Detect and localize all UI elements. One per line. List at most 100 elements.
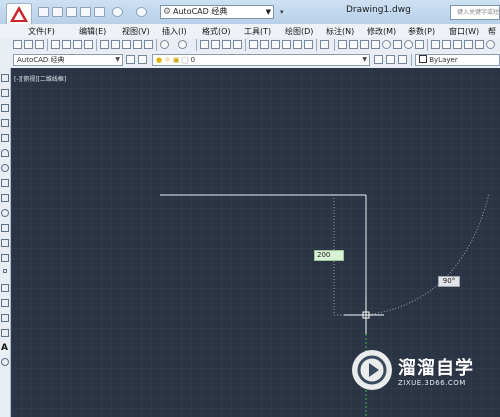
layer-state-icon[interactable]	[398, 55, 407, 64]
gradient-icon[interactable]	[1, 299, 9, 307]
menu-help[interactable]: 帮	[488, 26, 496, 37]
linear-dim-icon[interactable]	[338, 40, 347, 49]
save-as-icon[interactable]	[80, 7, 91, 17]
zoom-window-icon[interactable]	[222, 40, 231, 49]
dynamic-input-field[interactable]: 200	[314, 250, 344, 261]
arc-length-icon[interactable]	[360, 40, 369, 49]
region-icon[interactable]	[1, 314, 9, 322]
autocad-logo-icon[interactable]	[6, 3, 32, 25]
redo-icon[interactable]	[178, 40, 187, 49]
menu-tools[interactable]: 工具(T)	[244, 26, 271, 37]
menu-parameter[interactable]: 参数(P)	[408, 26, 435, 37]
ordinate-dim-icon[interactable]	[371, 40, 380, 49]
plot-icon[interactable]	[51, 40, 60, 49]
table-icon[interactable]	[1, 329, 9, 337]
color-control-combo[interactable]: ByLayer	[415, 54, 500, 66]
toolbar-separator	[316, 39, 317, 51]
redo-icon[interactable]	[136, 7, 147, 17]
tolerance-icon[interactable]	[453, 40, 462, 49]
polygon-icon[interactable]	[1, 119, 9, 127]
layer-properties-icon[interactable]	[138, 55, 147, 64]
construction-line-icon[interactable]	[1, 89, 9, 97]
point-icon[interactable]	[3, 269, 7, 273]
menu-bar: 文件(F) 编辑(E) 视图(V) 插入(I) 格式(O) 工具(T) 绘图(D…	[0, 24, 500, 39]
standard-toolbar	[0, 38, 500, 53]
pan-icon[interactable]	[200, 40, 209, 49]
tool-palettes-icon[interactable]	[271, 40, 280, 49]
ellipse-icon[interactable]	[1, 209, 9, 217]
zoom-realtime-icon[interactable]	[211, 40, 220, 49]
document-title: Drawing1.dwg	[346, 5, 411, 15]
aligned-dim-icon[interactable]	[349, 40, 358, 49]
line-icon[interactable]	[1, 74, 9, 82]
sheet-set-icon[interactable]	[282, 40, 291, 49]
radius-dim-icon[interactable]	[382, 40, 391, 49]
properties-icon[interactable]	[249, 40, 258, 49]
design-center-icon[interactable]	[260, 40, 269, 49]
help-icon[interactable]	[320, 40, 329, 49]
circle-icon[interactable]	[1, 164, 9, 172]
viewport-controls[interactable]: [-][俯视][二维线框]	[14, 74, 66, 83]
angular-dim-icon[interactable]	[415, 40, 424, 49]
diameter-dim-icon[interactable]	[404, 40, 413, 49]
block-editor-icon[interactable]	[144, 40, 153, 49]
cut-icon[interactable]	[100, 40, 109, 49]
menu-edit[interactable]: 编辑(E)	[79, 26, 106, 37]
undo-icon[interactable]	[160, 40, 169, 49]
3d-dwf-icon[interactable]	[84, 40, 93, 49]
workspace-settings-icon[interactable]	[126, 55, 135, 64]
arc-icon[interactable]	[1, 149, 9, 157]
workspace-combo[interactable]: AutoCAD 经典 ▼	[13, 54, 123, 66]
toolbar-separator	[47, 39, 48, 51]
toolbar-separator	[245, 39, 246, 51]
save-icon[interactable]	[35, 40, 44, 49]
add-selected-icon[interactable]	[1, 358, 9, 366]
revision-cloud-icon[interactable]	[1, 179, 9, 187]
print-icon[interactable]	[94, 7, 105, 17]
undo-icon[interactable]	[112, 7, 123, 17]
save-icon[interactable]	[66, 7, 77, 17]
search-input[interactable]: 键入关键字或短语	[450, 5, 500, 20]
plot-preview-icon[interactable]	[62, 40, 71, 49]
menu-view[interactable]: 视图(V)	[122, 26, 150, 37]
center-mark-icon[interactable]	[464, 40, 473, 49]
menu-insert[interactable]: 插入(I)	[162, 26, 187, 37]
open-icon[interactable]	[24, 40, 33, 49]
make-current-layer-icon[interactable]	[374, 55, 383, 64]
dim-update-icon[interactable]	[486, 40, 495, 49]
ellipse-arc-icon[interactable]	[1, 224, 9, 232]
hatch-icon[interactable]	[1, 284, 9, 292]
quickcalc-icon[interactable]	[304, 40, 313, 49]
customize-quick-access-icon[interactable]: ▾	[280, 8, 284, 16]
layer-previous-icon[interactable]	[386, 55, 395, 64]
match-properties-icon[interactable]	[133, 40, 142, 49]
qnew-icon[interactable]	[13, 40, 22, 49]
paste-icon[interactable]	[122, 40, 131, 49]
insert-block-icon[interactable]	[1, 239, 9, 247]
new-file-icon[interactable]	[38, 7, 49, 17]
spline-icon[interactable]	[1, 194, 9, 202]
jogged-dim-icon[interactable]	[393, 40, 402, 49]
copy-icon[interactable]	[111, 40, 120, 49]
markup-icon[interactable]	[293, 40, 302, 49]
dim-edit-icon[interactable]	[475, 40, 484, 49]
menu-draw[interactable]: 绘图(D)	[285, 26, 313, 37]
multiline-text-icon[interactable]: A	[1, 344, 9, 353]
color-control-label: ByLayer	[429, 56, 458, 64]
lightbulb-icon: ●	[156, 56, 163, 64]
rectangle-icon[interactable]	[1, 134, 9, 142]
zoom-previous-icon[interactable]	[233, 40, 242, 49]
polyline-icon[interactable]	[1, 104, 9, 112]
leader-icon[interactable]	[442, 40, 451, 49]
workspace-select[interactable]: ⚙ AutoCAD 经典 ▼	[160, 5, 274, 19]
layer-combo[interactable]: ● ☼ ▣ ■ 0 ▼	[152, 54, 370, 66]
menu-dimension[interactable]: 标注(N)	[326, 26, 354, 37]
menu-format[interactable]: 格式(O)	[202, 26, 231, 37]
dim-linear-icon[interactable]	[431, 40, 440, 49]
menu-file[interactable]: 文件(F)	[28, 26, 55, 37]
menu-modify[interactable]: 修改(M)	[367, 26, 396, 37]
menu-window[interactable]: 窗口(W)	[449, 26, 479, 37]
make-block-icon[interactable]	[1, 254, 9, 262]
open-file-icon[interactable]	[52, 7, 63, 17]
publish-icon[interactable]	[73, 40, 82, 49]
